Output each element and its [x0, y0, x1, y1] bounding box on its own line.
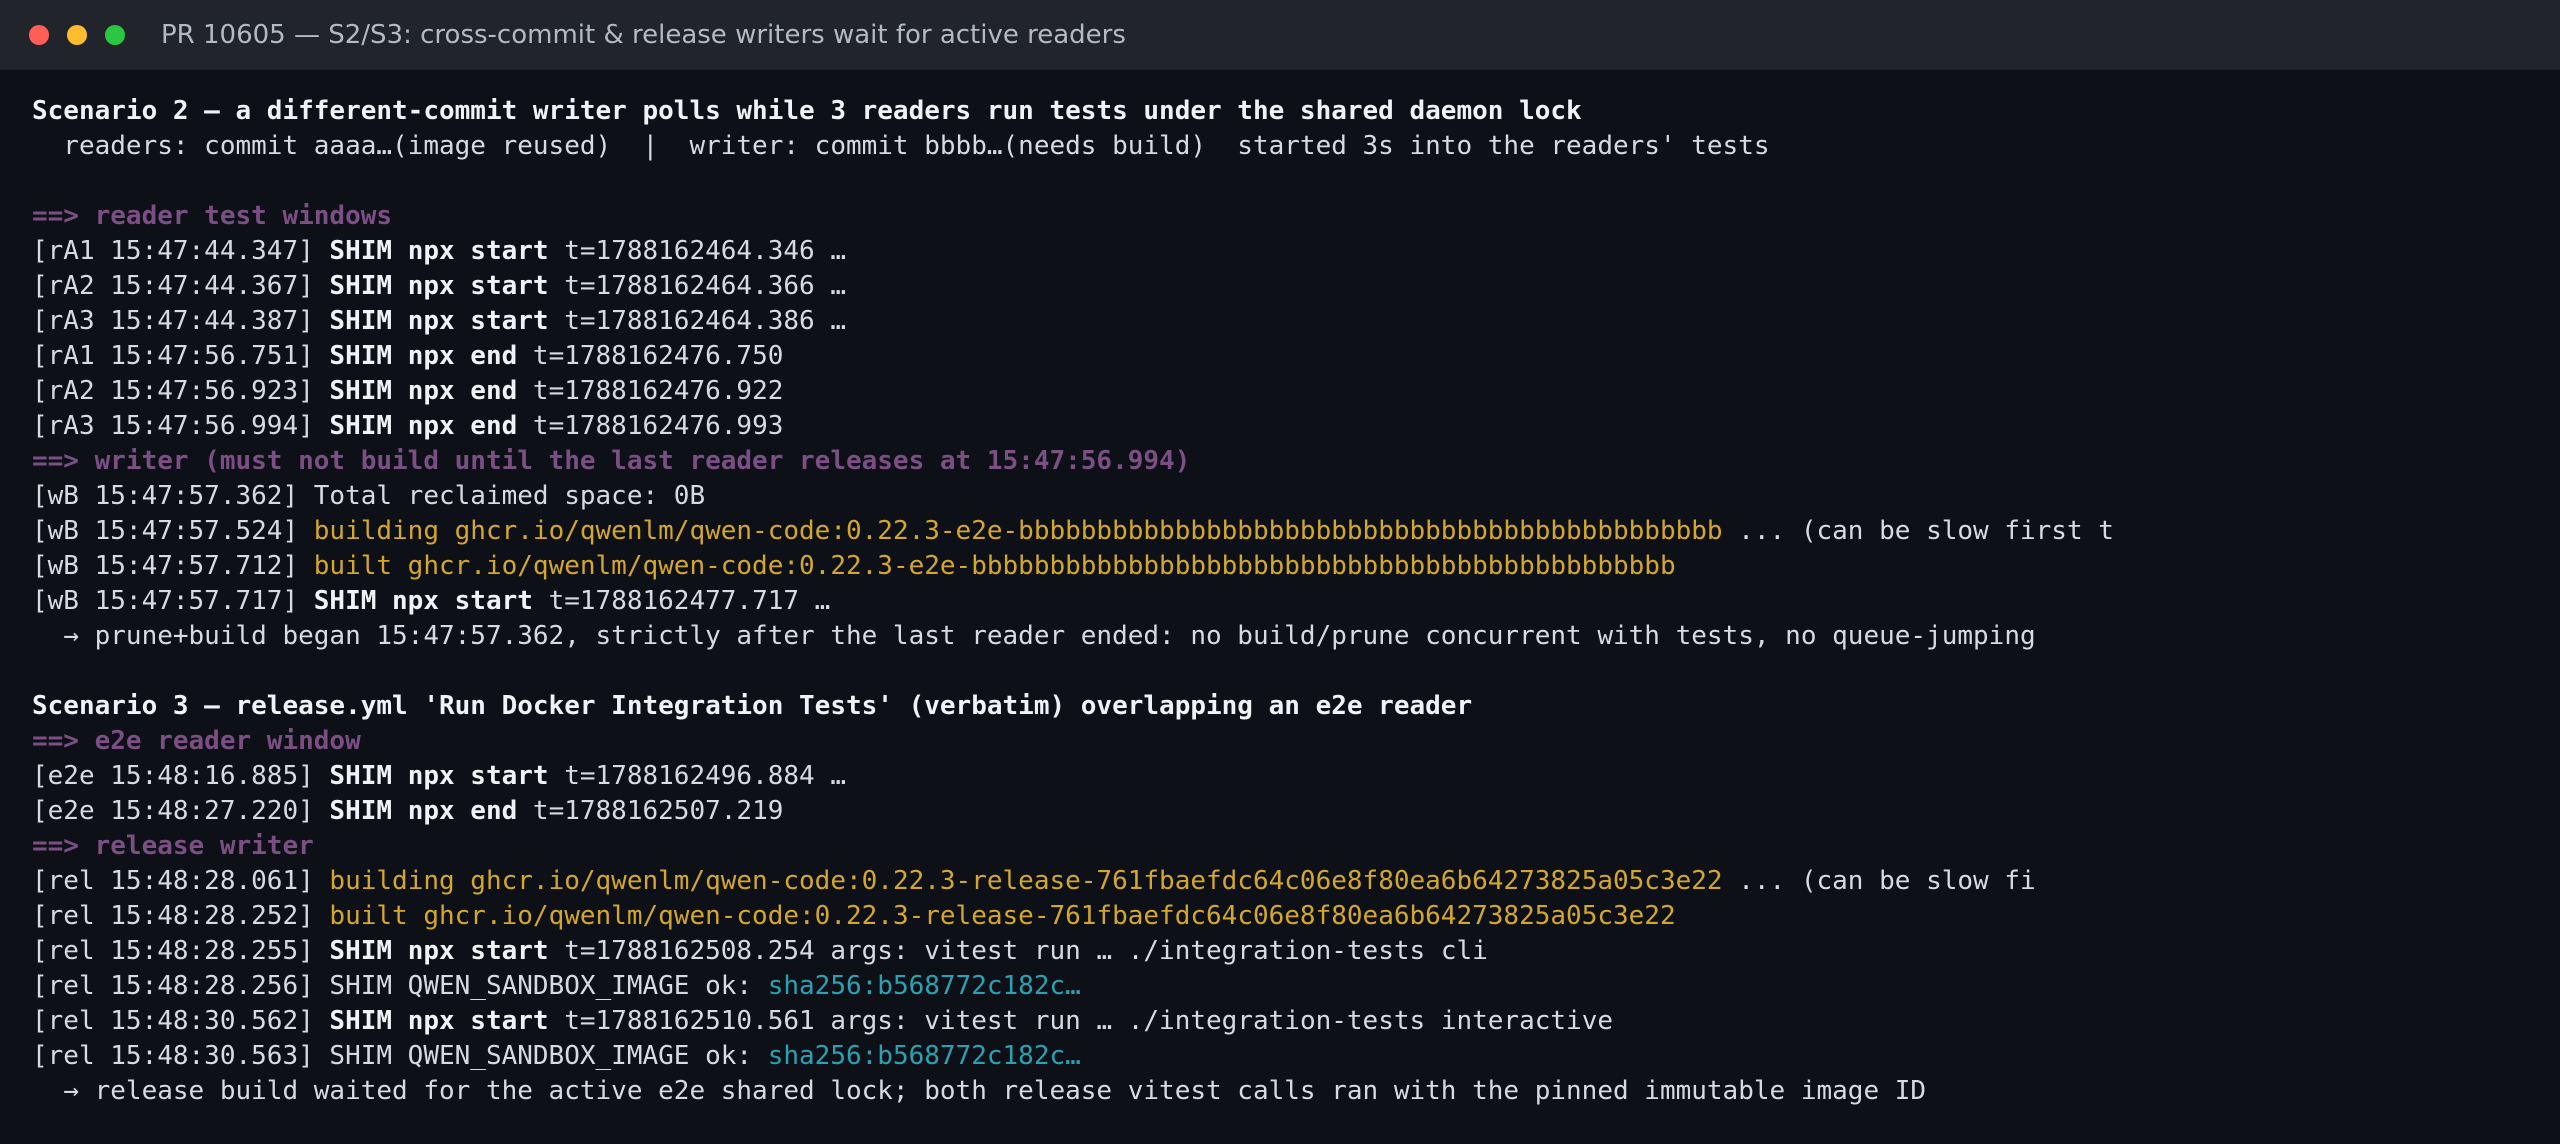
- log-keyword: SHIM npx end: [329, 796, 518, 826]
- log-prefix: [rA1 15:47:44.347]: [32, 236, 330, 266]
- log-prefix: [e2e 15:48:27.220]: [32, 796, 330, 826]
- log-line: [rel 15:48:28.061] building ghcr.io/qwen…: [32, 864, 2560, 899]
- log-line: [e2e 15:48:27.220] SHIM npx end t=178816…: [32, 794, 2560, 829]
- log-keyword: SHIM npx end: [329, 341, 518, 371]
- log-prefix: [rel 15:48:28.061]: [32, 866, 330, 896]
- log-detail: t=1788162464.386 …: [548, 306, 846, 336]
- log-detail: ... (can be slow first t: [1722, 516, 2114, 546]
- log-prefix: [rel 15:48:30.562]: [32, 1006, 330, 1036]
- log-keyword: SHIM npx start: [329, 761, 549, 791]
- log-detail: t=1788162508.254 args: vitest run … ./in…: [548, 936, 1488, 966]
- maximize-traffic-light-icon[interactable]: [105, 24, 125, 45]
- log-line: [wB 15:47:57.524] building ghcr.io/qwenl…: [32, 514, 2560, 549]
- image-hash: sha256:b568772c182c…: [767, 1041, 1081, 1071]
- build-message: built ghcr.io/qwenlm/qwen-code:0.22.3-e2…: [313, 551, 1676, 581]
- log-prefix: [rA3 15:47:56.994]: [32, 411, 330, 441]
- log-detail: t=1788162507.219: [517, 796, 784, 826]
- section-header-writer: ==> writer (must not build until the las…: [32, 446, 1191, 476]
- section-header-e2e-reader: ==> e2e reader window: [32, 726, 361, 756]
- image-hash: sha256:b568772c182c…: [767, 971, 1081, 1001]
- log-prefix: [rA1 15:47:56.751]: [32, 341, 330, 371]
- log-keyword: SHIM npx start: [329, 1006, 549, 1036]
- build-message: building ghcr.io/qwenlm/qwen-code:0.22.3…: [313, 516, 1723, 546]
- log-line: [e2e 15:48:16.885] SHIM npx start t=1788…: [32, 759, 2560, 794]
- log-prefix: [wB 15:47:57.524]: [32, 516, 314, 546]
- build-message: built ghcr.io/qwenlm/qwen-code:0.22.3-re…: [329, 901, 1676, 931]
- log-keyword: SHIM npx start: [329, 936, 549, 966]
- log-keyword: SHIM npx end: [329, 376, 518, 406]
- minimize-traffic-light-icon[interactable]: [67, 24, 87, 45]
- log-line: [rA1 15:47:56.751] SHIM npx end t=178816…: [32, 339, 2560, 374]
- log-line: [rA2 15:47:56.923] SHIM npx end t=178816…: [32, 374, 2560, 409]
- scenario-2-note: → prune+build began 15:47:57.362, strict…: [32, 621, 2036, 651]
- log-detail: t=1788162476.750: [517, 341, 784, 371]
- log-prefix: [rA2 15:47:56.923]: [32, 376, 330, 406]
- log-detail: t=1788162477.717 …: [532, 586, 831, 616]
- log-keyword: SHIM npx end: [329, 411, 518, 441]
- log-detail: t=1788162510.561 args: vitest run … ./in…: [548, 1006, 1614, 1036]
- log-line: [rel 15:48:28.256] SHIM QWEN_SANDBOX_IMA…: [32, 969, 2560, 1004]
- close-traffic-light-icon[interactable]: [29, 24, 49, 45]
- log-keyword: SHIM npx start: [329, 306, 549, 336]
- log-detail: t=1788162476.993: [517, 411, 784, 441]
- log-prefix: [rel 15:48:28.252]: [32, 901, 330, 931]
- log-detail: t=1788162496.884 …: [548, 761, 846, 791]
- build-message: building ghcr.io/qwenlm/qwen-code:0.22.3…: [329, 866, 1723, 896]
- log-prefix: [wB 15:47:57.712]: [32, 551, 314, 581]
- log-prefix: [rel 15:48:30.563] SHIM QWEN_SANDBOX_IMA…: [32, 1041, 768, 1071]
- title-bar: PR 10605 — S2/S3: cross-commit & release…: [0, 0, 2560, 70]
- log-keyword: SHIM npx start: [313, 586, 533, 616]
- log-prefix: [rel 15:48:28.255]: [32, 936, 330, 966]
- section-header-release-writer: ==> release writer: [32, 831, 314, 861]
- scenario-2-title: Scenario 2 — a different-commit writer p…: [32, 96, 1582, 126]
- log-line: [rA2 15:47:44.367] SHIM npx start t=1788…: [32, 269, 2560, 304]
- log-prefix: [rA2 15:47:44.367]: [32, 271, 330, 301]
- log-line: [rel 15:48:28.255] SHIM npx start t=1788…: [32, 934, 2560, 969]
- log-line: [wB 15:47:57.712] built ghcr.io/qwenlm/q…: [32, 549, 2560, 584]
- log-prefix: [rel 15:48:28.256] SHIM QWEN_SANDBOX_IMA…: [32, 971, 768, 1001]
- log-detail: t=1788162464.346 …: [548, 236, 846, 266]
- log-line: [rA3 15:47:56.994] SHIM npx end t=178816…: [32, 409, 2560, 444]
- log-line: [rel 15:48:30.562] SHIM npx start t=1788…: [32, 1004, 2560, 1039]
- log-detail: ... (can be slow fi: [1722, 866, 2036, 896]
- log-keyword: SHIM npx start: [329, 236, 549, 266]
- log-prefix: [wB 15:47:57.717]: [32, 586, 314, 616]
- window-title: PR 10605 — S2/S3: cross-commit & release…: [161, 19, 1126, 50]
- log-line: [wB 15:47:57.362] Total reclaimed space:…: [32, 481, 706, 511]
- log-line: [rA3 15:47:44.387] SHIM npx start t=1788…: [32, 304, 2560, 339]
- log-line: [rel 15:48:28.252] built ghcr.io/qwenlm/…: [32, 899, 2560, 934]
- log-detail: t=1788162476.922: [517, 376, 784, 406]
- traffic-lights: [29, 24, 143, 45]
- log-line: [wB 15:47:57.717] SHIM npx start t=17881…: [32, 584, 2560, 619]
- log-prefix: [e2e 15:48:16.885]: [32, 761, 330, 791]
- log-line: [rel 15:48:30.563] SHIM QWEN_SANDBOX_IMA…: [32, 1039, 2560, 1074]
- terminal-output[interactable]: Scenario 2 — a different-commit writer p…: [0, 70, 2560, 1144]
- log-line: [rA1 15:47:44.347] SHIM npx start t=1788…: [32, 234, 2560, 269]
- log-detail: t=1788162464.366 …: [548, 271, 846, 301]
- scenario-2-subtitle: readers: commit aaaa…(image reused) | wr…: [32, 131, 1770, 161]
- log-keyword: SHIM npx start: [329, 271, 549, 301]
- section-header-reader-windows: ==> reader test windows: [32, 201, 393, 231]
- scenario-3-note: → release build waited for the active e2…: [32, 1076, 1927, 1106]
- terminal-window: PR 10605 — S2/S3: cross-commit & release…: [0, 0, 2560, 1144]
- scenario-3-title: Scenario 3 — release.yml 'Run Docker Int…: [32, 691, 1473, 721]
- log-prefix: [rA3 15:47:44.387]: [32, 306, 330, 336]
